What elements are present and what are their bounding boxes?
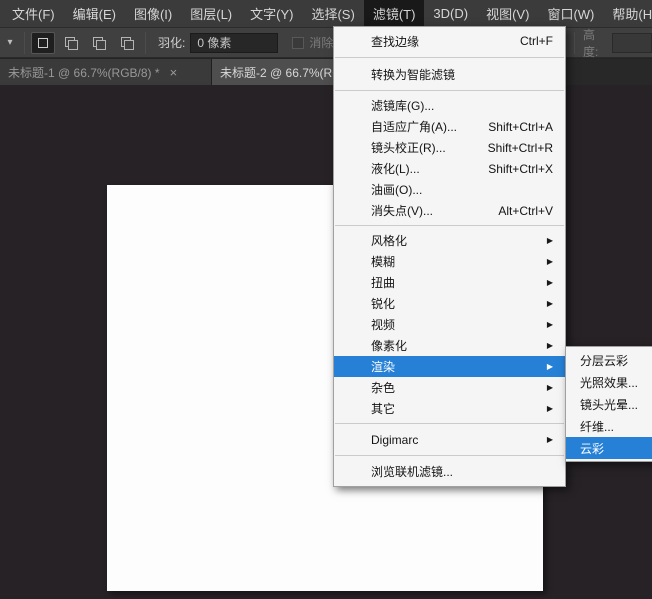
menu-item-video[interactable]: 视频 ▶ xyxy=(334,314,565,335)
menu-item-adaptive-wide-angle[interactable]: 自适应广角(A)... Shift+Ctrl+A xyxy=(334,116,565,137)
submenu-arrow-icon: ▶ xyxy=(547,383,553,392)
submenu-item-difference-clouds[interactable]: 分层云彩 xyxy=(566,349,652,371)
menubar-item-select[interactable]: 选择(S) xyxy=(302,0,363,27)
menubar-item-view[interactable]: 视图(V) xyxy=(477,0,538,27)
menu-item-other[interactable]: 其它 ▶ xyxy=(334,398,565,419)
menubar-item-image[interactable]: 图像(I) xyxy=(125,0,181,27)
antialias-checkbox xyxy=(292,37,304,49)
submenu-item-lens-flare[interactable]: 镜头光晕... xyxy=(566,393,652,415)
subtract-selection-button[interactable] xyxy=(87,32,111,54)
menu-item-vanishing-point[interactable]: 消失点(V)... Alt+Ctrl+V xyxy=(334,200,565,221)
menu-item-noise[interactable]: 杂色 ▶ xyxy=(334,377,565,398)
submenu-arrow-icon: ▶ xyxy=(547,278,553,287)
submenu-arrow-icon: ▶ xyxy=(547,362,553,371)
menu-bar: 文件(F) 编辑(E) 图像(I) 图层(L) 文字(Y) 选择(S) 滤镜(T… xyxy=(0,0,652,28)
menu-separator xyxy=(335,423,564,424)
submenu-arrow-icon: ▶ xyxy=(547,236,553,245)
menu-item-distort[interactable]: 扭曲 ▶ xyxy=(334,272,565,293)
menubar-item-help[interactable]: 帮助(H) xyxy=(603,0,652,27)
menubar-item-filter[interactable]: 滤镜(T) xyxy=(364,0,425,27)
tool-preset-dropdown-icon[interactable]: ▾ xyxy=(0,37,20,48)
height-input xyxy=(612,33,652,53)
render-submenu-panel: 分层云彩 光照效果... 镜头光晕... 纤维... 云彩 xyxy=(565,346,652,462)
shortcut-label: Shift+Ctrl+R xyxy=(488,141,553,155)
height-label: 高度: xyxy=(583,26,607,60)
menu-item-blur[interactable]: 模糊 ▶ xyxy=(334,251,565,272)
divider xyxy=(145,32,146,54)
feather-label: 羽化: xyxy=(158,34,185,51)
submenu-arrow-icon: ▶ xyxy=(547,341,553,350)
shortcut-label: Shift+Ctrl+X xyxy=(488,162,553,176)
menubar-item-edit[interactable]: 编辑(E) xyxy=(64,0,125,27)
menubar-item-type[interactable]: 文字(Y) xyxy=(241,0,302,27)
divider xyxy=(574,32,575,54)
intersect-selection-button[interactable] xyxy=(115,32,139,54)
submenu-item-fibers[interactable]: 纤维... xyxy=(566,415,652,437)
menu-item-filter-gallery[interactable]: 滤镜库(G)... xyxy=(334,95,565,116)
menubar-item-3d[interactable]: 3D(D) xyxy=(424,0,477,27)
shortcut-label: Ctrl+F xyxy=(520,34,553,48)
document-tab-label: 未标题-1 @ 66.7%(RGB/8) * xyxy=(8,64,160,81)
submenu-arrow-icon: ▶ xyxy=(547,404,553,413)
submenu-item-clouds[interactable]: 云彩 xyxy=(566,437,652,459)
document-tab-untitled-1[interactable]: 未标题-1 @ 66.7%(RGB/8) * × xyxy=(0,59,212,85)
menubar-item-window[interactable]: 窗口(W) xyxy=(538,0,603,27)
menubar-item-layer[interactable]: 图层(L) xyxy=(181,0,241,27)
submenu-arrow-icon: ▶ xyxy=(547,299,553,308)
menu-item-pixelate[interactable]: 像素化 ▶ xyxy=(334,335,565,356)
tab-close-icon[interactable]: × xyxy=(170,65,178,80)
menu-item-sharpen[interactable]: 锐化 ▶ xyxy=(334,293,565,314)
submenu-arrow-icon: ▶ xyxy=(547,257,553,266)
submenu-arrow-icon: ▶ xyxy=(547,320,553,329)
feather-input[interactable]: 0 像素 xyxy=(190,33,278,53)
menu-item-stylize[interactable]: 风格化 ▶ xyxy=(334,230,565,251)
menu-item-render[interactable]: 渲染 ▶ xyxy=(334,356,565,377)
menu-separator xyxy=(335,57,564,58)
menu-item-digimarc[interactable]: Digimarc ▶ xyxy=(334,428,565,451)
menu-item-lens-correction[interactable]: 镜头校正(R)... Shift+Ctrl+R xyxy=(334,137,565,158)
submenu-arrow-icon: ▶ xyxy=(547,435,553,444)
submenu-item-lighting-effects[interactable]: 光照效果... xyxy=(566,371,652,393)
menu-item-oil-paint[interactable]: 油画(O)... xyxy=(334,179,565,200)
filter-menu-panel: 查找边缘 Ctrl+F 转换为智能滤镜 滤镜库(G)... 自适应广角(A)..… xyxy=(333,26,566,487)
menu-separator xyxy=(335,225,564,226)
divider xyxy=(24,32,25,54)
new-selection-icon xyxy=(38,38,48,48)
menu-item-liquify[interactable]: 液化(L)... Shift+Ctrl+X xyxy=(334,158,565,179)
shortcut-label: Alt+Ctrl+V xyxy=(498,204,553,218)
menu-item-find-edges[interactable]: 查找边缘 Ctrl+F xyxy=(334,29,565,53)
menubar-item-file[interactable]: 文件(F) xyxy=(3,0,64,27)
menu-separator xyxy=(335,455,564,456)
menu-separator xyxy=(335,90,564,91)
shortcut-label: Shift+Ctrl+A xyxy=(488,120,553,134)
new-selection-button[interactable] xyxy=(31,32,55,54)
menu-item-convert-smart-filters[interactable]: 转换为智能滤镜 xyxy=(334,62,565,86)
menu-item-browse-filters-online[interactable]: 浏览联机滤镜... xyxy=(334,460,565,483)
add-selection-button[interactable] xyxy=(59,32,83,54)
